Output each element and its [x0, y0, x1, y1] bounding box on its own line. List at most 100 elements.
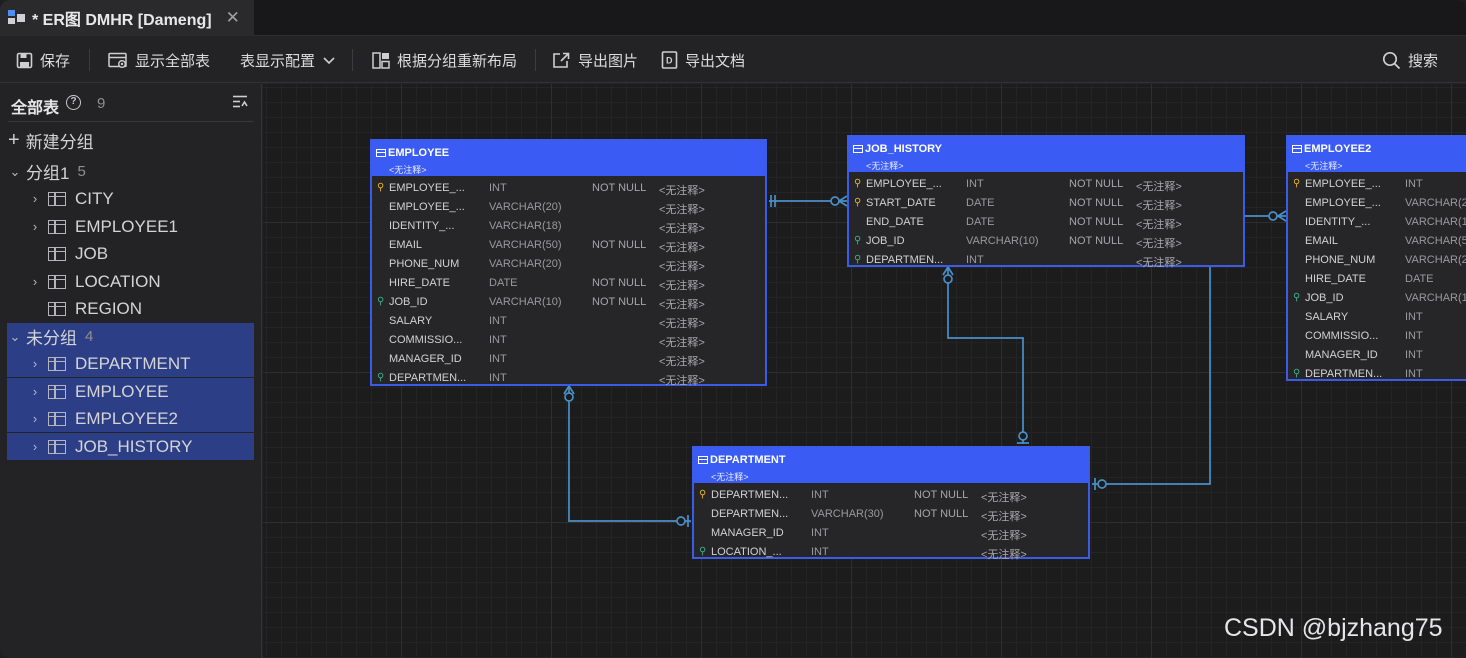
column-row[interactable]: ⚲ DEPARTMEN... INT <无注释> [372, 369, 765, 388]
column-row[interactable]: ⚲ JOB_ID VARCHAR(10) NOT NULL <无注释> [849, 232, 1243, 251]
column-row[interactable]: HIRE_DATE DATE [1288, 270, 1466, 289]
column-name: DEPARTMEN... [711, 508, 789, 520]
column-comment: <无注释> [1136, 238, 1182, 250]
column-row[interactable]: PHONE_NUM VARCHAR(20) <无注释> [372, 255, 765, 274]
tree-item-table[interactable]: › DEPARTMENT [7, 350, 254, 377]
chevron-right-icon[interactable]: › [28, 274, 42, 289]
column-row[interactable]: COMMISSIO... INT [1288, 327, 1466, 346]
column-name: EMAIL [389, 239, 423, 251]
tree-item-table[interactable]: › LOCATION [0, 268, 254, 295]
entity-header[interactable]: EMPLOYEE <无注释> [372, 141, 765, 176]
column-comment: <无注释> [659, 299, 705, 311]
column-row[interactable]: ⚲ EMPLOYEE_... INT NOT NULL <无注释> [849, 175, 1243, 194]
show-all-tables-button[interactable]: 显示全部表 [108, 37, 210, 83]
entity-header[interactable]: JOB_HISTORY <无注释> [849, 137, 1243, 172]
table-icon [48, 274, 66, 289]
column-row[interactable]: MANAGER_ID INT <无注释> [372, 350, 765, 369]
group-row-selected[interactable]: ⌄ 未分组 4 [7, 323, 254, 350]
column-name: LOCATION_... [711, 546, 782, 558]
panel-header: 全部表 ? 9 [0, 84, 262, 122]
tree-item-table[interactable]: › EMPLOYEE [7, 378, 254, 405]
entity-employee[interactable]: EMPLOYEE <无注释> ⚲ EMPLOYEE_... INT NOT NULL <… [370, 139, 767, 388]
entity-department[interactable]: DEPARTMENT <无注释> ⚲ DEPARTMEN... INT NOT NUL… [692, 446, 1090, 562]
column-row[interactable]: END_DATE DATE NOT NULL <无注释> [849, 213, 1243, 232]
tree-item-table[interactable]: JOB [0, 240, 254, 267]
foreign-key-icon: ⚲ [699, 546, 707, 557]
column-comment: <无注释> [659, 337, 705, 349]
column-row[interactable]: MANAGER_ID INT [1288, 346, 1466, 365]
new-group-button[interactable]: + 新建分组 [0, 127, 254, 154]
column-row[interactable]: EMAIL VARCHAR(50) NOT NULL <无注释> [372, 236, 765, 255]
column-row[interactable]: ⚲ EMPLOYEE_... INT NOT NULL <无注释> [372, 179, 765, 198]
column-type: VARCHAR(20) [489, 258, 562, 270]
entity-header[interactable]: EMPLOYEE2 <无注释> [1288, 137, 1466, 172]
column-row[interactable]: SALARY INT [1288, 308, 1466, 327]
chevron-right-icon[interactable]: › [28, 356, 42, 371]
column-row[interactable]: EMPLOYEE_... VARCHAR(20) <无注释> [372, 198, 765, 217]
column-row[interactable]: COMMISSIO... INT <无注释> [372, 331, 765, 350]
table-count: 9 [97, 95, 106, 112]
column-row[interactable]: SALARY INT <无注释> [372, 312, 765, 331]
toolbar: 保存 显示全部表 表显示配置 根据分组重新布局 导出图片 D 导出文档 搜索 [0, 37, 1466, 83]
column-type: INT [1405, 368, 1423, 380]
column-row[interactable]: IDENTITY_... VARCHAR(18 [1288, 213, 1466, 232]
tree-item-table[interactable]: REGION [0, 295, 254, 322]
column-row[interactable]: PHONE_NUM VARCHAR(20 [1288, 251, 1466, 270]
chevron-down-icon[interactable]: ⌄ [8, 329, 22, 345]
chevron-right-icon[interactable]: › [28, 411, 42, 426]
save-button[interactable]: 保存 [16, 37, 70, 83]
column-nullable: NOT NULL [1069, 197, 1124, 209]
column-row[interactable]: MANAGER_ID INT <无注释> [694, 524, 1088, 543]
export-image-button[interactable]: 导出图片 [552, 37, 638, 83]
column-row[interactable]: ⚲ START_DATE DATE NOT NULL <无注释> [849, 194, 1243, 213]
chevron-right-icon[interactable]: › [28, 191, 42, 206]
relayout-by-group-button[interactable]: 根据分组重新布局 [372, 37, 517, 83]
column-row[interactable]: EMAIL VARCHAR(50 [1288, 232, 1466, 251]
column-comment: <无注释> [659, 375, 705, 387]
table-icon [1292, 145, 1302, 153]
chevron-right-icon[interactable]: › [28, 439, 42, 454]
watermark: CSDN @bjzhang75 [1224, 614, 1443, 642]
tree-item-table[interactable]: › EMPLOYEE1 [0, 213, 254, 240]
help-icon[interactable]: ? [66, 95, 81, 110]
entity-employee2[interactable]: EMPLOYEE2 <无注释> ⚲ EMPLOYEE_... INT EMPLOYEE… [1286, 135, 1466, 381]
column-row[interactable]: ⚲ EMPLOYEE_... INT [1288, 175, 1466, 194]
column-row[interactable]: ⚲ JOB_ID VARCHAR(10) NOT NULL <无注释> [372, 293, 765, 312]
column-type: VARCHAR(10) [489, 296, 562, 308]
column-row[interactable]: ⚲ JOB_ID VARCHAR(10 [1288, 289, 1466, 308]
chevron-down-icon[interactable]: ⌄ [8, 164, 22, 180]
table-icon [48, 439, 66, 454]
entity-job-history[interactable]: JOB_HISTORY <无注释> ⚲ EMPLOYEE_... INT NOT NU… [847, 135, 1245, 270]
tree-item-table[interactable]: › JOB_HISTORY [7, 433, 254, 460]
column-name: IDENTITY_... [389, 220, 455, 232]
column-name: HIRE_DATE [1305, 273, 1366, 285]
tab-er-diagram[interactable]: * ER图 DMHR [Dameng] ✕ [0, 0, 254, 36]
column-row[interactable]: IDENTITY_... VARCHAR(18) <无注释> [372, 217, 765, 236]
group-row[interactable]: ⌄ 分组1 5 [0, 158, 254, 185]
column-name: JOB_ID [866, 235, 905, 247]
column-type: INT [811, 546, 829, 558]
table-name: EMPLOYEE2 [75, 408, 178, 428]
column-row[interactable]: ⚲ LOCATION_... INT <无注释> [694, 543, 1088, 562]
tree-item-table[interactable]: › EMPLOYEE2 [7, 405, 254, 432]
close-icon[interactable]: ✕ [226, 8, 240, 28]
collapse-all-icon[interactable] [232, 95, 248, 109]
entity-header[interactable]: DEPARTMENT <无注释> [694, 448, 1088, 483]
column-row[interactable]: HIRE_DATE DATE NOT NULL <无注释> [372, 274, 765, 293]
search-button[interactable]: 搜索 [1382, 37, 1438, 83]
tab-bar: * ER图 DMHR [Dameng] ✕ [0, 0, 1466, 36]
column-nullable: NOT NULL [914, 508, 969, 520]
column-row[interactable]: ⚲ DEPARTMEN... INT <无注释> [849, 251, 1243, 270]
er-canvas[interactable]: EMPLOYEE <无注释> ⚲ EMPLOYEE_... INT NOT NULL <… [263, 84, 1466, 658]
column-type: VARCHAR(10 [1405, 292, 1466, 304]
column-row[interactable]: ⚲ DEPARTMEN... INT [1288, 365, 1466, 384]
column-row[interactable]: EMPLOYEE_... VARCHAR(20 [1288, 194, 1466, 213]
column-row[interactable]: DEPARTMEN... VARCHAR(30) NOT NULL <无注释> [694, 505, 1088, 524]
chevron-right-icon[interactable]: › [28, 384, 42, 399]
export-document-button[interactable]: D 导出文档 [661, 37, 745, 83]
tree-item-table[interactable]: › CITY [0, 185, 254, 212]
column-type: VARCHAR(50) [489, 239, 562, 251]
column-row[interactable]: ⚲ DEPARTMEN... INT NOT NULL <无注释> [694, 486, 1088, 505]
table-display-config-dropdown[interactable]: 表显示配置 [240, 37, 336, 83]
chevron-right-icon[interactable]: › [28, 219, 42, 234]
